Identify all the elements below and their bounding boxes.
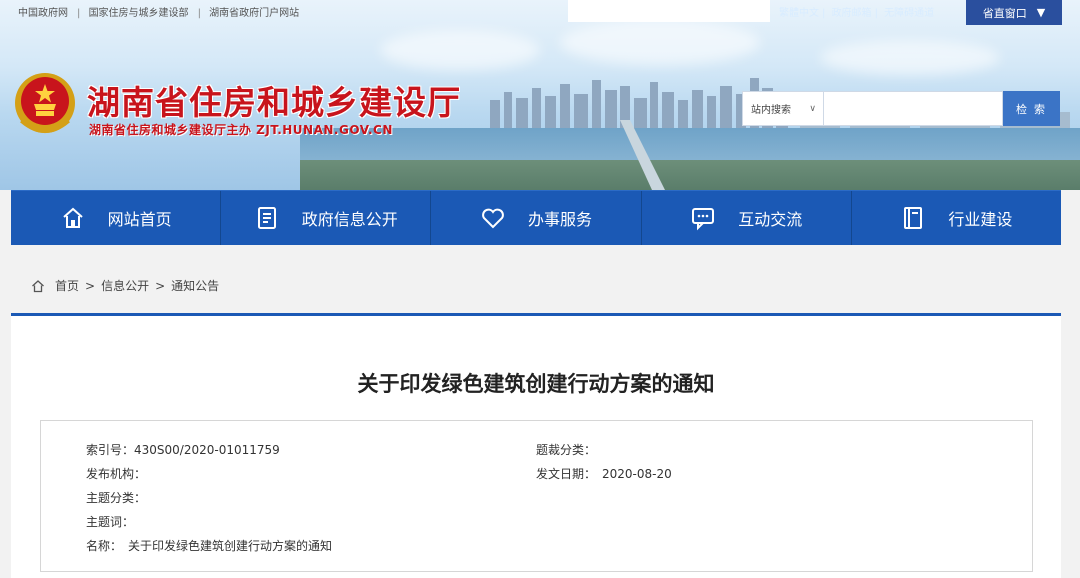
nav-item-label: 网站首页 — [107, 210, 172, 229]
separator: | — [77, 8, 81, 19]
breadcrumb: 首页 > 信息公开 > 通知公告 — [31, 277, 219, 294]
meta-label: 主题词： — [86, 515, 135, 529]
nav-item-label: 行业建设 — [948, 210, 1013, 229]
document-meta-box: 索引号：430S00/2020-01011759 题裁分类： 发布机构： 发文日… — [40, 420, 1033, 572]
link-hunan-gov[interactable]: 湖南省政府门户网站 — [209, 8, 299, 19]
link-traditional-chinese[interactable]: 繁體中文 — [779, 8, 819, 19]
separator: | — [822, 8, 826, 19]
meta-value: 430S00/2020-01011759 — [134, 443, 280, 457]
province-window-label: 省直窗口 — [982, 6, 1027, 20]
breadcrumb-home[interactable]: 首页 — [55, 277, 79, 294]
meta-value: 2020-08-20 — [602, 467, 672, 481]
home-icon — [32, 279, 44, 292]
site-search: 站内搜索 ∨ 检 索 — [742, 91, 1060, 126]
triangle-down-icon: ▼ — [1036, 6, 1046, 19]
document-title: 关于印发绿色建筑创建行动方案的通知 — [357, 372, 715, 396]
search-button[interactable]: 检 索 — [1003, 91, 1060, 126]
nav-item-services[interactable]: 办事服务 — [431, 191, 642, 245]
meta-keywords: 主题词： — [86, 513, 140, 530]
content-panel: 关于印发绿色建筑创建行动方案的通知 索引号：430S00/2020-010117… — [11, 313, 1061, 578]
nav-item-gov-info[interactable]: 政府信息公开 — [221, 191, 432, 245]
breadcrumb-separator: > — [155, 278, 166, 293]
meta-label: 索引号： — [86, 443, 135, 457]
meta-label: 发文日期： — [536, 467, 597, 481]
nav-item-industry[interactable]: 行业建设 — [852, 191, 1061, 245]
bridge-image — [620, 120, 665, 190]
top-bar: 中国政府网 | 国家住房与城乡建设部 | 湖南省政府门户网站 繁體中文 | 政府邮箱 |… — [0, 0, 1080, 25]
meta-label: 题裁分类： — [536, 443, 597, 457]
breadcrumb-notices[interactable]: 通知公告 — [171, 277, 219, 294]
nav-item-home[interactable]: 网站首页 — [11, 191, 222, 245]
shore-image — [300, 160, 1080, 190]
nav-item-label: 办事服务 — [528, 210, 593, 229]
search-input[interactable] — [824, 91, 1003, 126]
breadcrumb-info-public[interactable]: 信息公开 — [101, 277, 149, 294]
nav-item-interaction[interactable]: 互动交流 — [642, 191, 852, 245]
meta-value: 关于印发绿色建筑创建行动方案的通知 — [128, 539, 333, 553]
national-emblem-icon — [15, 73, 75, 133]
meta-genre: 题裁分类： — [536, 441, 602, 458]
meta-topic: 主题分类： — [86, 489, 152, 506]
link-accessibility[interactable]: 无障碍通道 — [884, 8, 934, 19]
separator: | — [197, 8, 201, 19]
cloud — [380, 30, 540, 70]
main-nav: 网站首页 政府信息公开 办事服务 互动交流 行业建设 — [11, 190, 1061, 245]
breadcrumb-separator: > — [85, 278, 96, 293]
site-title: 湖南省住房和城乡建设厅 — [87, 83, 461, 122]
top-blank-area — [568, 0, 770, 22]
meta-date: 发文日期： 2020-08-20 — [536, 465, 672, 482]
external-links: 中国政府网 | 国家住房与城乡建设部 | 湖南省政府门户网站 — [18, 4, 303, 19]
book-icon — [904, 207, 923, 229]
meta-label: 名称： — [86, 539, 123, 553]
search-scope-label: 站内搜索 — [751, 105, 791, 116]
site-subtitle: 湖南省住房和城乡建设厅主办 ZJT.HUNAN.GOV.CN — [89, 123, 393, 137]
document-icon — [257, 207, 276, 229]
utility-links: 繁體中文 | 政府邮箱 | 无障碍通道 — [779, 4, 934, 19]
breadcrumb-bar: 首页 > 信息公开 > 通知公告 — [11, 258, 1061, 313]
home-icon — [62, 207, 83, 228]
link-gov-cn[interactable]: 中国政府网 — [18, 8, 68, 19]
heart-icon — [482, 208, 504, 229]
province-window-dropdown[interactable]: 省直窗口 ▼ — [966, 0, 1062, 25]
search-scope-select[interactable]: 站内搜索 ∨ — [742, 91, 824, 126]
chat-icon — [692, 208, 715, 231]
nav-item-label: 互动交流 — [738, 210, 803, 229]
meta-label: 发布机构： — [86, 467, 147, 481]
nav-item-label: 政府信息公开 — [301, 210, 398, 229]
meta-name: 名称： 关于印发绿色建筑创建行动方案的通知 — [86, 537, 332, 554]
meta-label: 主题分类： — [86, 491, 147, 505]
meta-index: 索引号：430S00/2020-01011759 — [86, 441, 280, 458]
cloud — [560, 20, 760, 65]
link-gov-mail[interactable]: 政府邮箱 — [832, 8, 872, 19]
chevron-down-icon: ∨ — [809, 103, 816, 114]
separator: | — [874, 8, 878, 19]
meta-publisher: 发布机构： — [86, 465, 152, 482]
link-mohurd[interactable]: 国家住房与城乡建设部 — [89, 8, 189, 19]
